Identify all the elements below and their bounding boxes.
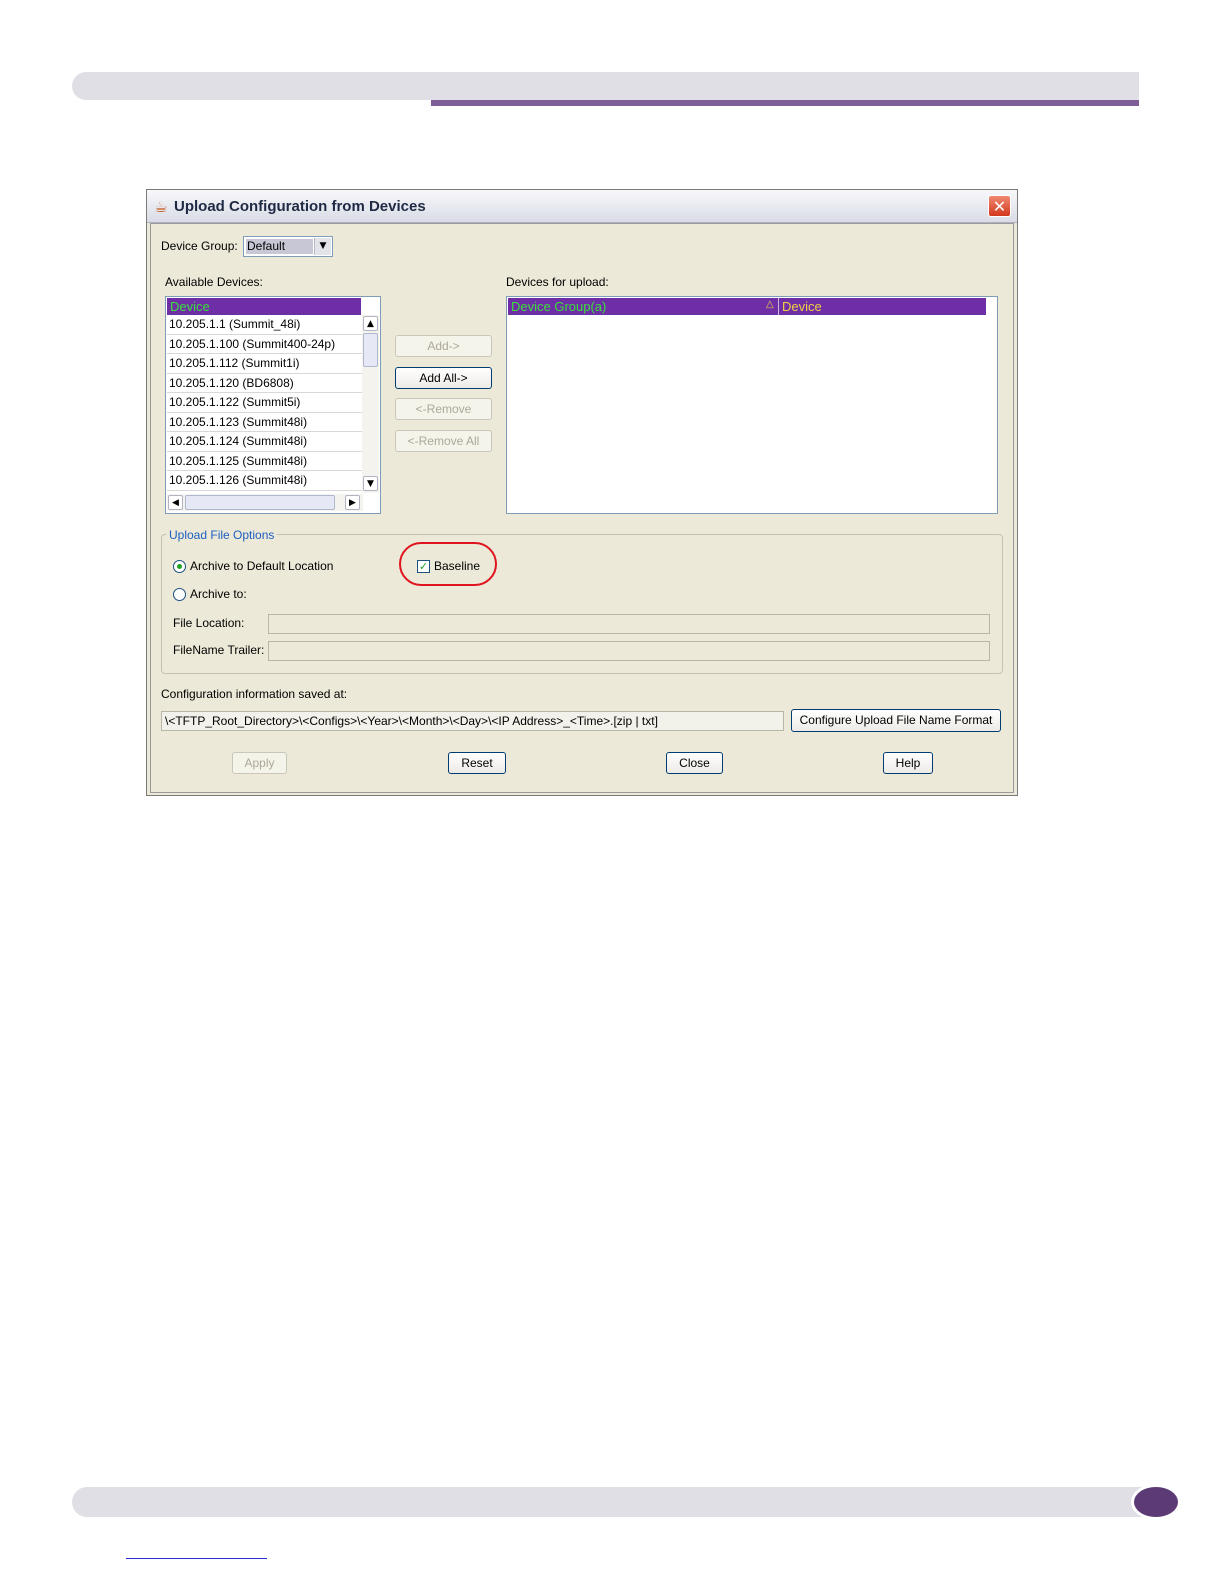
configure-upload-file-name-format-button[interactable]: Configure Upload File Name Format [791, 709, 1001, 732]
page-header-band [72, 72, 1139, 100]
available-devices-label: Available Devices: [165, 275, 263, 289]
list-item[interactable]: 10.205.1.100 (Summit400-24p) [167, 335, 362, 354]
archive-default-radio[interactable] [173, 560, 186, 573]
file-location-label: File Location: [173, 616, 245, 630]
device-group-value: Default [246, 239, 313, 254]
scroll-right-icon[interactable]: ▶ [345, 495, 360, 510]
device-group-label: Device Group: [161, 239, 238, 253]
page-footer-band [72, 1487, 1162, 1517]
scroll-up-icon[interactable]: ▲ [363, 316, 378, 331]
close-button[interactable]: Close [666, 752, 723, 774]
chevron-down-icon[interactable]: ▼ [314, 238, 331, 255]
list-item[interactable]: 10.205.1.125 (Summit48i) [167, 452, 362, 471]
remove-all-button[interactable]: <-Remove All [395, 430, 492, 452]
list-item[interactable]: 10.205.1.124 (Summit48i) [167, 432, 362, 452]
sort-ascending-icon: △ [766, 299, 774, 310]
device-group-column-header[interactable]: Device Group(a) [508, 298, 778, 315]
filename-trailer-field[interactable] [268, 641, 990, 661]
devices-for-upload-label: Devices for upload: [506, 275, 609, 289]
available-devices-list[interactable]: Device 10.205.1.1 (Summit_48i) 10.205.1.… [165, 296, 381, 514]
archive-default-label[interactable]: Archive to Default Location [190, 559, 333, 573]
dialog-title: Upload Configuration from Devices [174, 198, 426, 215]
title-bar[interactable]: ☕ Upload Configuration from Devices ✕ [147, 190, 1017, 223]
baseline-label[interactable]: Baseline [434, 559, 480, 573]
add-all-button[interactable]: Add All-> [395, 367, 492, 389]
remove-button[interactable]: <-Remove [395, 398, 492, 420]
list-item[interactable]: 10.205.1.1 (Summit_48i) [167, 315, 362, 335]
page-header-accent [431, 100, 1139, 106]
footer-link-underline [126, 1558, 267, 1559]
horizontal-scrollbar[interactable]: ◀ ▶ [167, 494, 363, 511]
saved-path-field: \<TFTP_Root_Directory>\<Configs>\<Year>\… [161, 711, 784, 731]
horizontal-scroll-thumb[interactable] [185, 495, 335, 510]
upload-configuration-dialog: ☕ Upload Configuration from Devices ✕ De… [146, 189, 1018, 796]
apply-button[interactable]: Apply [232, 752, 287, 774]
baseline-checkbox[interactable]: ✓ [417, 560, 430, 573]
upload-file-options-title: Upload File Options [166, 528, 278, 542]
device-group-select[interactable]: Default ▼ [243, 236, 333, 257]
list-item[interactable]: 10.205.1.112 (Summit1i) [167, 354, 362, 374]
add-button[interactable]: Add-> [395, 335, 492, 357]
archive-to-radio[interactable] [173, 588, 186, 601]
saved-at-label: Configuration information saved at: [161, 687, 348, 701]
list-item[interactable]: 10.205.1.120 (BD6808) [167, 374, 362, 393]
list-item[interactable]: 10.205.1.123 (Summit48i) [167, 413, 362, 432]
reset-button[interactable]: Reset [448, 752, 506, 774]
filename-trailer-label: FileName Trailer: [173, 643, 265, 657]
file-location-field[interactable] [268, 614, 990, 634]
device-column-header[interactable]: Device [167, 298, 361, 315]
close-window-button[interactable]: ✕ [988, 195, 1011, 217]
vertical-scrollbar[interactable]: ▲ ▼ [362, 315, 379, 493]
page-number-badge [1131, 1484, 1181, 1520]
scroll-down-icon[interactable]: ▼ [363, 476, 378, 491]
scroll-left-icon[interactable]: ◀ [168, 495, 183, 510]
java-cup-icon: ☕ [154, 198, 168, 216]
device-column-header-upload[interactable]: Device [779, 298, 985, 315]
list-item[interactable]: 10.205.1.126 (Summit48i) [167, 471, 362, 491]
archive-to-label[interactable]: Archive to: [190, 587, 247, 601]
available-rows: 10.205.1.1 (Summit_48i) 10.205.1.100 (Su… [167, 315, 362, 491]
list-item[interactable]: 10.205.1.122 (Summit5i) [167, 393, 362, 413]
vertical-scroll-thumb[interactable] [363, 333, 378, 367]
devices-for-upload-table[interactable]: Device Group(a) △ Device [506, 296, 998, 514]
radio-selected-dot [177, 564, 182, 569]
help-button[interactable]: Help [883, 752, 933, 774]
